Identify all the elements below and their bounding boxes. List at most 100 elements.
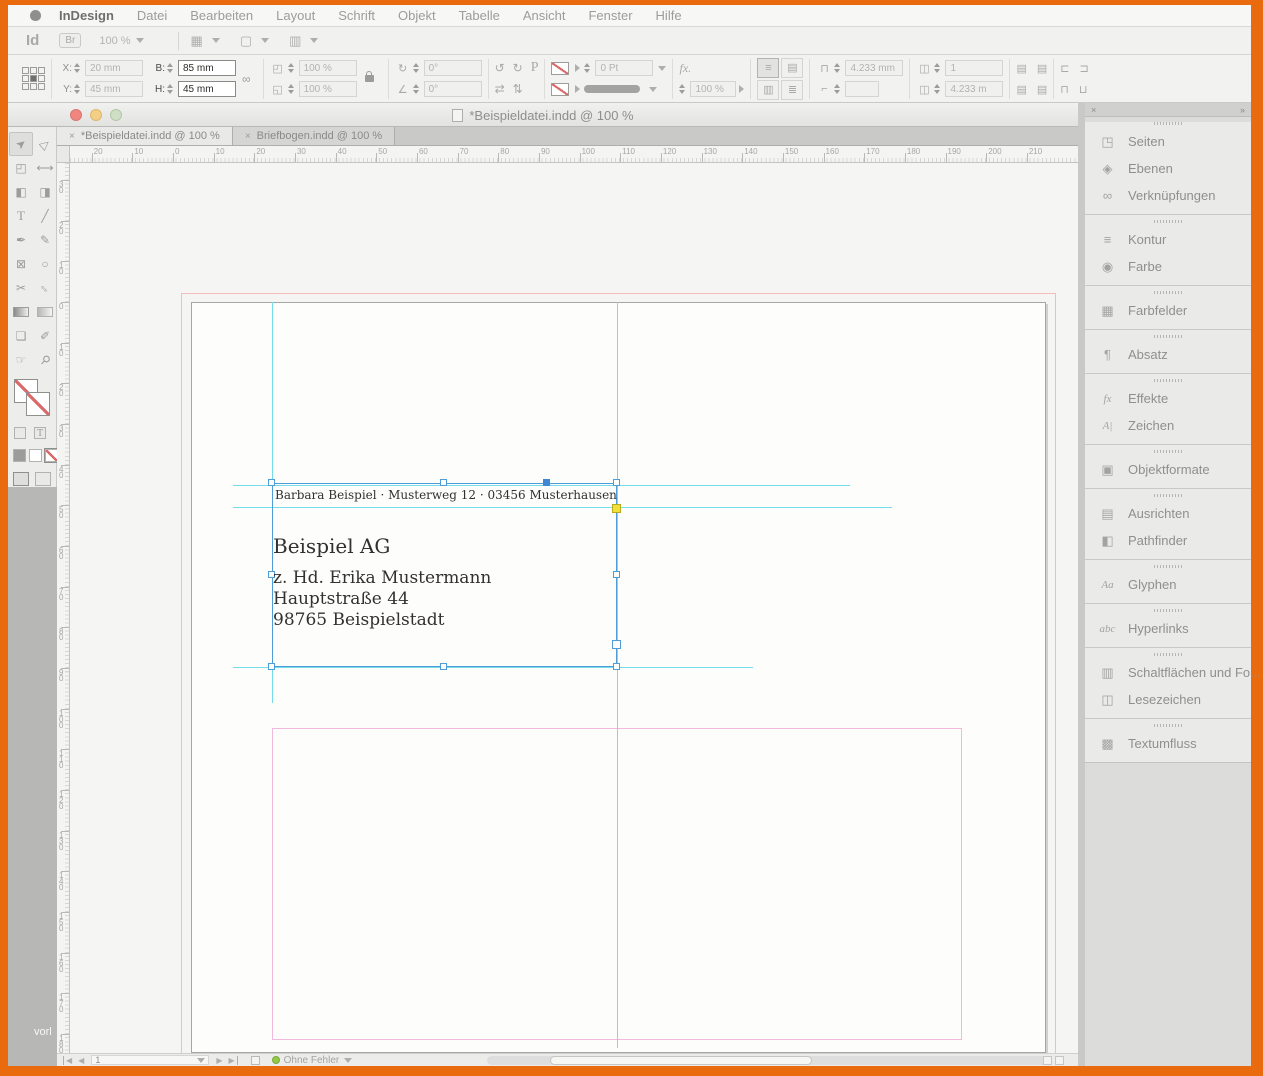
gap-tool[interactable]: ⟷ <box>33 156 57 180</box>
window-title-bar[interactable]: *Beispieldatei.indd @ 100 % <box>8 103 1078 127</box>
gradient-swatch-tool[interactable] <box>9 300 33 324</box>
frame-handle-bottom-left[interactable] <box>268 663 275 670</box>
flip-vertical-button[interactable]: ⇅ <box>513 82 523 96</box>
dock-close-button[interactable]: × <box>1091 105 1096 115</box>
object-align-left-button[interactable]: ⊏ <box>1060 62 1069 75</box>
height-field[interactable]: 45 mm <box>178 81 236 97</box>
view-options-menu[interactable]: ▦ <box>191 33 220 49</box>
previous-page-button[interactable]: ◀ <box>78 1056 84 1065</box>
panel-group-grip[interactable] <box>1154 653 1182 656</box>
zoom-tool[interactable]: ⚲ <box>33 348 57 372</box>
rotation-angle-field[interactable]: 0° <box>423 60 482 76</box>
panel-absatz[interactable]: ¶ Absatz <box>1085 341 1251 368</box>
scrollbar-thumb[interactable] <box>550 1056 812 1065</box>
panel-ebenen[interactable]: ◈ Ebenen <box>1085 155 1251 182</box>
pen-tool[interactable]: ✒ <box>9 228 33 252</box>
menu-indesign[interactable]: InDesign <box>59 8 114 23</box>
chevron-down-icon[interactable] <box>344 1057 353 1063</box>
frame-handle-bottom-center[interactable] <box>440 663 447 670</box>
corner-shape-field[interactable] <box>845 81 880 97</box>
ellipse-frame-tool[interactable]: ○ <box>33 252 57 276</box>
dock-collapse-button[interactable]: » <box>1240 105 1245 115</box>
live-corner-widget[interactable] <box>612 504 621 513</box>
selection-tool[interactable]: ➤ <box>9 132 33 156</box>
panel-schaltflaechen[interactable]: ▥ Schaltflächen und Fo... <box>1085 659 1261 686</box>
preflight-menu-icon[interactable] <box>250 1055 260 1065</box>
apply-gradient-button[interactable] <box>29 449 42 462</box>
corner-radius-stepper[interactable] <box>834 63 843 73</box>
corner-shape-stepper[interactable] <box>834 84 843 94</box>
panel-group-grip[interactable] <box>1154 220 1182 223</box>
horizontal-scrollbar[interactable] <box>487 1056 1047 1065</box>
align-right-button[interactable]: ▤ <box>1016 83 1026 96</box>
apply-none-button[interactable] <box>44 448 57 463</box>
panel-ausrichten[interactable]: ▤ Ausrichten <box>1085 500 1251 527</box>
panel-zeichen[interactable]: A| Zeichen <box>1085 412 1251 439</box>
panel-glyphen[interactable]: Aa Glyphen <box>1085 571 1251 598</box>
menu-ansicht[interactable]: Ansicht <box>523 8 566 23</box>
direct-selection-tool[interactable]: ▷ <box>33 132 57 156</box>
frame-anchor-handle[interactable] <box>543 479 550 486</box>
y-stepper[interactable] <box>74 84 83 94</box>
panel-objektformate[interactable]: ▣ Objektformate <box>1085 456 1251 483</box>
scale-y-field[interactable]: 100 % <box>298 81 357 97</box>
corner-radius-field[interactable]: 4.233 mm <box>845 60 904 76</box>
panel-group-grip[interactable] <box>1154 494 1182 497</box>
frame-handle-top-center[interactable] <box>440 479 447 486</box>
width-field[interactable]: 85 mm <box>178 60 236 76</box>
panel-group-grip[interactable] <box>1154 450 1182 453</box>
scroll-left-button[interactable] <box>1043 1056 1052 1065</box>
stroke-weight-stepper[interactable] <box>584 63 593 73</box>
scissors-tool[interactable]: ✂ <box>9 276 33 300</box>
wrap-none-button[interactable]: ≡ <box>757 57 780 78</box>
content-collector-tool[interactable]: ◧ <box>9 180 33 204</box>
menu-objekt[interactable]: Objekt <box>398 8 436 23</box>
align-center-button[interactable]: ▤ <box>1037 62 1047 75</box>
panel-group-grip[interactable] <box>1154 291 1182 294</box>
panel-effekte[interactable]: fx Effekte <box>1085 385 1251 412</box>
constrain-dimensions-icon[interactable]: ∞ <box>242 72 251 86</box>
wrap-bounding-box-button[interactable]: ▤ <box>781 57 804 78</box>
chevron-down-icon[interactable] <box>658 65 667 71</box>
page-tool[interactable]: ◰ <box>9 156 33 180</box>
tab-beispieldatei[interactable]: × *Beispieldatei.indd @ 100 % <box>57 127 233 145</box>
frame-handle-top-right[interactable] <box>613 479 620 486</box>
panel-kontur[interactable]: ≡ Kontur <box>1085 226 1251 253</box>
panel-group-grip[interactable] <box>1154 379 1182 382</box>
type-tool[interactable]: T <box>9 204 33 228</box>
zoom-level-dropdown[interactable]: 100 % <box>99 35 144 47</box>
effects-menu-button[interactable]: fx. <box>679 61 691 76</box>
last-page-button[interactable]: ▶ <box>228 1055 238 1065</box>
chevron-right-icon[interactable] <box>575 85 581 93</box>
menu-datei[interactable]: Datei <box>137 8 167 23</box>
panel-textumfluss[interactable]: ▩ Textumfluss <box>1085 730 1251 757</box>
frame-handle-middle-right[interactable] <box>613 571 620 578</box>
document-viewport[interactable]: Barbara Beispiel · Musterweg 12 · 03456 … <box>70 163 1078 1053</box>
hand-tool[interactable]: ☞ <box>9 348 33 372</box>
pencil-tool[interactable]: ✎ <box>33 228 57 252</box>
page-number-field[interactable]: 1 <box>91 1055 210 1065</box>
chevron-right-icon[interactable] <box>575 64 581 72</box>
first-page-button[interactable]: ◀ <box>63 1055 72 1065</box>
menu-fenster[interactable]: Fenster <box>588 8 632 23</box>
bridge-button[interactable]: Br <box>59 33 82 48</box>
rectangle-frame-tool[interactable]: ⊠ <box>9 252 33 276</box>
panel-group-grip[interactable] <box>1154 609 1182 612</box>
ruler-origin-box[interactable] <box>57 146 70 163</box>
width-stepper[interactable] <box>167 63 176 73</box>
rotation-stepper[interactable] <box>412 63 422 73</box>
reference-point-proxy[interactable] <box>22 67 45 90</box>
ruler-guide-horizontal[interactable] <box>233 667 753 668</box>
chevron-right-icon[interactable] <box>739 85 745 93</box>
menu-layout[interactable]: Layout <box>276 8 315 23</box>
frame-handle-top-left[interactable] <box>268 479 275 486</box>
scale-x-field[interactable]: 100 % <box>298 60 357 76</box>
opacity-stepper[interactable] <box>679 84 688 94</box>
stroke-style-preview[interactable] <box>584 85 641 93</box>
shear-stepper[interactable] <box>412 84 422 94</box>
panel-group-grip[interactable] <box>1154 724 1182 727</box>
horizontal-ruler[interactable]: 3020100102030405060708090100110120130140… <box>70 146 1078 163</box>
guides-menu[interactable]: ▢ <box>240 33 270 49</box>
panel-lesezeichen[interactable]: ◫ Lesezeichen <box>1085 686 1251 713</box>
apple-icon[interactable] <box>30 10 41 21</box>
